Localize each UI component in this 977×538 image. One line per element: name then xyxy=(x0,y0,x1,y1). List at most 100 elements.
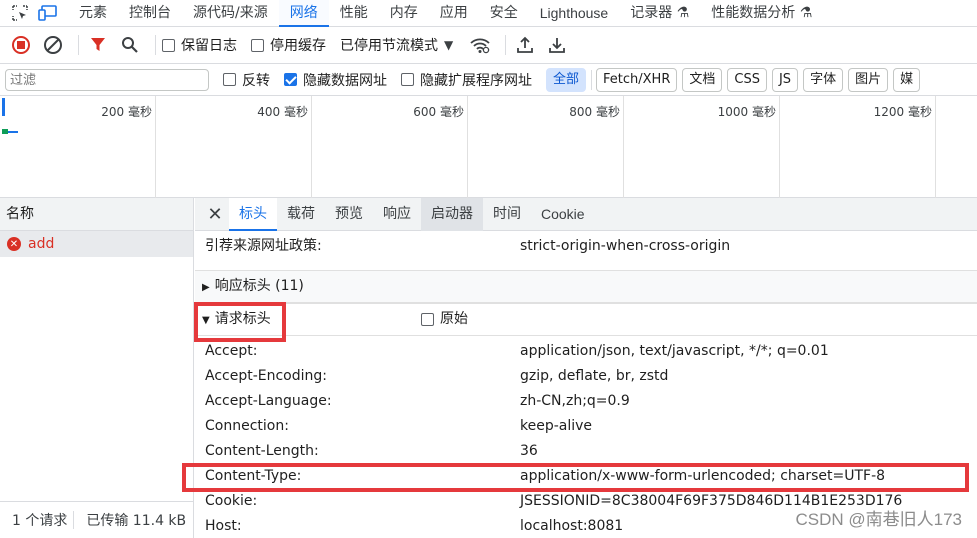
header-value: zh-CN,zh;q=0.9 xyxy=(520,393,630,409)
request-name: add xyxy=(28,236,55,252)
chevron-down-icon[interactable]: ▼ xyxy=(444,38,453,52)
response-headers-section[interactable]: ▶ 响应标头 (11) xyxy=(195,270,977,303)
filter-input[interactable] xyxy=(5,68,209,91)
tab-console[interactable]: 控制台 xyxy=(118,0,182,27)
element-picker-icon[interactable] xyxy=(8,1,32,25)
header-row: Content-Length: 36 xyxy=(195,439,977,464)
type-filter-media[interactable]: 媒 xyxy=(893,67,921,92)
detail-tabbar: ✕ 标头 载荷 预览 响应 启动器 时间 Cookie xyxy=(195,197,977,231)
toolbar-divider xyxy=(78,35,79,55)
tab-recorder[interactable]: 记录器 ⚗ xyxy=(619,0,700,27)
type-filter-doc[interactable]: 文档 xyxy=(682,67,723,92)
checkbox-box[interactable] xyxy=(401,73,414,86)
header-row-referrer-policy: 引荐来源网址政策: strict-origin-when-cross-origi… xyxy=(195,234,977,259)
tab-security[interactable]: 安全 xyxy=(479,0,529,27)
timeline-gridline xyxy=(467,96,468,198)
header-key: Accept-Encoding: xyxy=(205,368,328,384)
header-key: Cookie: xyxy=(205,493,258,509)
type-filter-css[interactable]: CSS xyxy=(727,67,767,92)
invert-checkbox[interactable]: 反转 xyxy=(223,70,270,90)
status-bar: 1 个请求 已传输 11.4 kB xyxy=(0,501,194,538)
record-stop-icon[interactable] xyxy=(8,32,34,58)
timeline-gridline xyxy=(623,96,624,198)
tab-response[interactable]: 响应 xyxy=(373,198,421,231)
tab-memory[interactable]: 内存 xyxy=(379,0,429,27)
filter-divider xyxy=(591,69,593,90)
devtools-top-tabbar: 元素 控制台 源代码/来源 网络 性能 内存 应用 安全 Lighthouse … xyxy=(0,0,977,27)
tab-timing[interactable]: 时间 xyxy=(483,198,531,231)
network-overview-timeline[interactable]: 200 毫秒 400 毫秒 600 毫秒 800 毫秒 1000 毫秒 1200… xyxy=(0,96,977,198)
timeline-request-bar xyxy=(8,131,18,133)
checkbox-box[interactable] xyxy=(162,38,175,52)
disable-cache-checkbox[interactable]: 停用缓存 xyxy=(251,35,326,55)
tab-sources[interactable]: 源代码/来源 xyxy=(182,0,279,27)
header-row: Connection: keep-alive xyxy=(195,414,977,439)
timeline-tick-label: 200 毫秒 xyxy=(101,105,152,119)
hide-data-urls-checkbox[interactable]: 隐藏数据网址 xyxy=(284,70,387,90)
throttling-select[interactable]: 已停用节流模式 xyxy=(340,35,438,55)
header-value: strict-origin-when-cross-origin xyxy=(520,238,731,254)
tab-headers[interactable]: 标头 xyxy=(229,197,277,231)
type-filter-img[interactable]: 图片 xyxy=(848,67,889,92)
checkbox-box[interactable] xyxy=(251,38,264,52)
type-filter-all[interactable]: 全部 xyxy=(546,67,587,92)
tab-cookies[interactable]: Cookie xyxy=(531,198,595,231)
tab-lighthouse[interactable]: Lighthouse xyxy=(529,0,620,27)
error-icon: ✕ xyxy=(7,237,21,251)
header-row: Accept: application/json, text/javascript… xyxy=(195,339,977,364)
raw-headers-checkbox[interactable]: 原始 xyxy=(421,304,468,335)
header-value: gzip, deflate, br, zstd xyxy=(520,368,669,384)
search-icon[interactable] xyxy=(117,32,143,58)
network-conditions-icon[interactable] xyxy=(467,32,493,58)
highlight-box-content-type xyxy=(182,463,969,492)
header-row: Accept-Encoding: gzip, deflate, br, zstd xyxy=(195,364,977,389)
checkbox-box[interactable] xyxy=(421,313,434,326)
checkbox-box-checked[interactable] xyxy=(284,73,297,86)
filter-icon[interactable] xyxy=(85,32,111,58)
tab-performance-insights[interactable]: 性能数据分析 ⚗ xyxy=(700,0,823,27)
toolbar-divider xyxy=(505,35,507,55)
transferred-size: 已传输 11.4 kB xyxy=(86,513,187,529)
timeline-gridline xyxy=(311,96,312,198)
hide-extension-urls-checkbox[interactable]: 隐藏扩展程序网址 xyxy=(401,70,532,90)
timeline-gridline xyxy=(155,96,156,198)
tab-elements[interactable]: 元素 xyxy=(68,0,118,27)
clear-icon[interactable] xyxy=(40,32,66,58)
timeline-tick-label: 400 毫秒 xyxy=(257,105,308,119)
tab-network[interactable]: 网络 xyxy=(278,0,329,27)
header-key: Accept-Language: xyxy=(205,393,332,409)
header-key: 引荐来源网址政策: xyxy=(205,238,322,254)
highlight-box-request-headers xyxy=(194,302,286,342)
response-headers-title: 响应标头 (11) xyxy=(214,278,304,294)
type-filter-fetch-xhr[interactable]: Fetch/XHR xyxy=(596,67,678,92)
timeline-tick-label: 1200 毫秒 xyxy=(873,105,932,119)
invert-label: 反转 xyxy=(242,72,270,89)
download-har-icon[interactable] xyxy=(544,32,570,58)
checkbox-box[interactable] xyxy=(223,73,236,86)
timeline-selection-handle[interactable] xyxy=(2,98,5,116)
filter-bar: 反转 隐藏数据网址 隐藏扩展程序网址 全部 Fetch/XHR 文档 CSS J… xyxy=(0,64,977,96)
tab-initiator[interactable]: 启动器 xyxy=(421,197,483,231)
header-value: application/json, text/javascript, */*; … xyxy=(520,343,829,359)
hide-extension-urls-label: 隐藏扩展程序网址 xyxy=(420,72,532,89)
name-column-header[interactable]: 名称 xyxy=(0,198,193,231)
timeline-tick-label: 1000 毫秒 xyxy=(717,105,776,119)
type-filter-font[interactable]: 字体 xyxy=(803,67,844,92)
raw-label: 原始 xyxy=(440,311,468,327)
preserve-log-checkbox[interactable]: 保留日志 xyxy=(162,35,237,55)
close-icon[interactable]: ✕ xyxy=(201,204,229,225)
upload-har-icon[interactable] xyxy=(512,32,538,58)
tab-payload[interactable]: 载荷 xyxy=(277,198,325,231)
tab-performance[interactable]: 性能 xyxy=(329,0,379,27)
timeline-tick-label: 800 毫秒 xyxy=(569,105,620,119)
header-key: Connection: xyxy=(205,418,289,434)
tab-application[interactable]: 应用 xyxy=(429,0,479,27)
request-count: 1 个请求 xyxy=(12,513,68,529)
type-filter-js[interactable]: JS xyxy=(771,67,799,92)
request-row[interactable]: ✕ add xyxy=(0,231,193,257)
expand-triangle-icon[interactable]: ▶ xyxy=(202,272,210,303)
header-value: localhost:8081 xyxy=(520,518,624,534)
device-toolbar-icon[interactable] xyxy=(36,1,60,25)
tab-preview[interactable]: 预览 xyxy=(325,198,373,231)
request-headers-section[interactable]: ▼ 请求标头 原始 xyxy=(195,303,977,336)
